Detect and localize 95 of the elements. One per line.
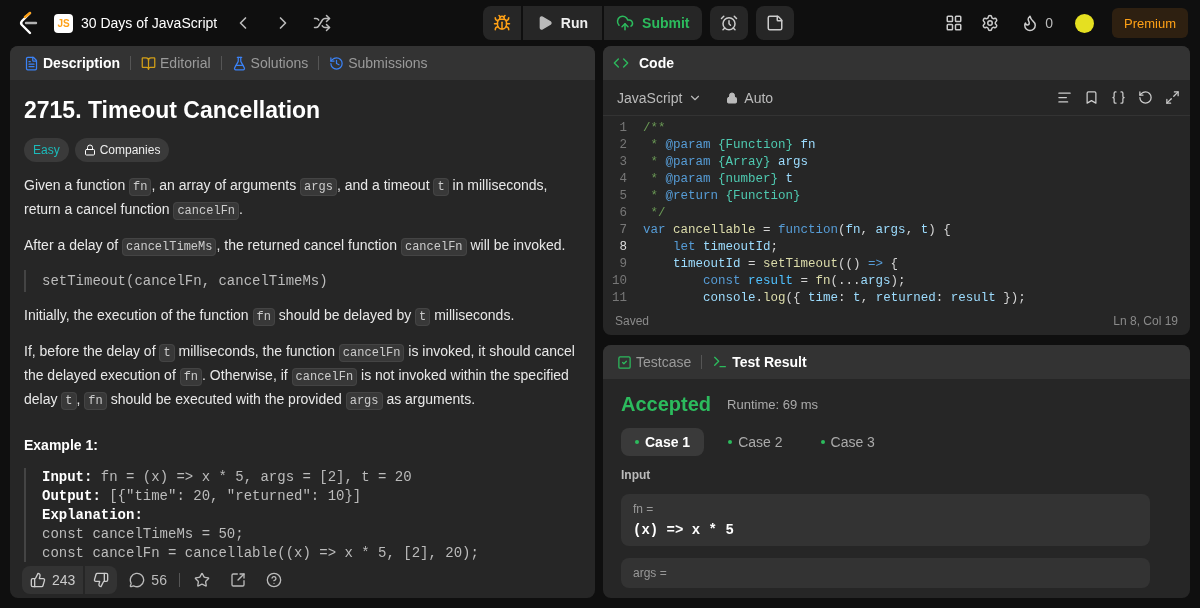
cursor-position: Ln 8, Col 19 <box>1113 314 1178 328</box>
cloud-upload-icon <box>616 14 635 32</box>
layout-icon[interactable] <box>945 14 964 32</box>
companies-tag[interactable]: Companies <box>74 138 170 162</box>
panel-tab[interactable]: Solutions <box>227 53 313 73</box>
run-button[interactable]: Run <box>522 6 603 40</box>
code-line: * @param {number} t <box>649 171 794 188</box>
runtime: Runtime: 69 ms <box>727 397 819 412</box>
code-line: timeoutId = setTimeout(() => { <box>672 256 899 273</box>
line-number: 8 <box>618 239 628 256</box>
thumbs-down-icon <box>93 572 110 588</box>
tab-icon <box>24 55 39 71</box>
braces-icon[interactable] <box>1111 90 1126 105</box>
panel-tab[interactable]: Testcase <box>613 352 696 372</box>
bug-icon <box>492 14 511 32</box>
code-tab[interactable]: Code <box>635 53 678 73</box>
paragraph: Initially, the execution of the function fn should be delayed by t milliseconds. <box>24 306 516 328</box>
example-line: Output: [{"time": 20, "returned": 10}] <box>42 487 363 506</box>
paragraph: Given a function fn , an array of arguments args , and a timeout t in milliseconds, return a cancel function cancelFn . <box>24 176 549 222</box>
comment-icon <box>129 572 146 588</box>
premium-button[interactable]: Premium <box>1112 8 1188 38</box>
example-line: Input: fn = (x) => x * 5, args = [2], t = 20 <box>42 468 413 487</box>
case-tab[interactable]: Case 2 <box>714 428 797 456</box>
line-number: 6 <box>618 205 628 222</box>
line-number: 10 <box>611 273 628 290</box>
paragraph: If, before the delay of t milliseconds, the function cancelFn is invoked, it should cancel the delayed execution of fn . Otherwise, if cancelFn is not invoked within the specified delay t , fn should be executed with the provided args as arguments. <box>24 342 576 412</box>
help-icon[interactable] <box>265 572 282 588</box>
code-snippet: setTimeout(cancelFn, cancelTimeMs) <box>24 270 581 292</box>
bookmark-icon[interactable] <box>1084 90 1099 105</box>
code-line: * @param {Function} fn <box>649 137 816 154</box>
reset-icon[interactable] <box>1138 90 1153 105</box>
panel-tab[interactable]: Editorial <box>137 53 215 73</box>
difficulty-tag[interactable]: Easy <box>24 138 69 162</box>
code-line: var cancellable = function(fn, args, t) { <box>643 222 951 239</box>
example-heading: Example 1: <box>24 436 99 455</box>
code-line: let timeoutId; <box>672 239 779 256</box>
line-number: 1 <box>618 120 628 137</box>
paragraph: After a delay of cancelTimeMs , the returned cancel function cancelFn will be invoked. <box>24 236 567 258</box>
panel-tab[interactable]: Test Result <box>708 352 811 372</box>
dislike-button[interactable] <box>85 566 118 594</box>
note-icon <box>765 14 784 32</box>
param-value: (x) => x * 5 <box>633 522 735 538</box>
tab-icon <box>231 55 247 71</box>
code-line: const result = fn(...args); <box>702 273 906 290</box>
line-number: 4 <box>618 171 628 188</box>
case-tab[interactable]: Case 1 <box>621 428 705 456</box>
like-button[interactable]: 243 <box>22 566 84 594</box>
code-line: * @param {Array} args <box>649 154 809 171</box>
submit-button[interactable]: Submit <box>604 6 702 40</box>
param-name: args = <box>633 566 668 580</box>
tab-icon <box>329 55 345 71</box>
comments-button[interactable]: 56 <box>125 568 171 592</box>
study-plan-title[interactable]: 30 Days of JavaScript <box>81 15 218 31</box>
input-label: Input <box>621 468 652 482</box>
terminal-icon <box>712 354 729 370</box>
line-number: 2 <box>618 137 628 154</box>
debug-button[interactable] <box>482 6 521 40</box>
shuffle-icon[interactable] <box>313 14 332 32</box>
language-select[interactable]: JavaScript <box>613 85 707 110</box>
param-name: fn = <box>633 502 655 516</box>
thumbs-up-icon <box>30 572 46 588</box>
panel-tab[interactable]: Description <box>20 53 124 73</box>
format-icon[interactable] <box>1057 90 1072 105</box>
avatar[interactable] <box>1075 13 1094 33</box>
expand-icon[interactable] <box>1165 90 1180 105</box>
save-status: Saved <box>615 314 650 328</box>
checkbox-icon <box>617 354 632 370</box>
code-line: * @return {Function} <box>649 188 801 205</box>
notes-button[interactable] <box>755 6 794 40</box>
panel-tab[interactable]: Submissions <box>325 53 432 73</box>
code-icon <box>613 55 629 71</box>
case-tab[interactable]: Case 3 <box>806 428 889 456</box>
verdict: Accepted <box>621 393 712 416</box>
streak-counter[interactable]: 0 <box>1017 10 1057 36</box>
problem-title: 2715. Timeout Cancellation <box>24 96 322 125</box>
example-line: const cancelFn = cancellable((x) => x * 5, [2], 20); <box>42 544 480 562</box>
line-number: 3 <box>618 154 628 171</box>
example-line: const cancelTimeMs = 50; <box>42 525 245 544</box>
line-number: 7 <box>618 222 628 239</box>
settings-icon[interactable] <box>981 14 1000 32</box>
share-icon[interactable] <box>229 572 246 588</box>
code-line: console.log({ time: t, returned: result }); <box>702 290 1026 307</box>
study-plan-badge: JS <box>54 13 73 33</box>
example-line: Explanation: <box>42 506 144 525</box>
timer-button[interactable] <box>709 6 748 40</box>
line-number: 11 <box>611 290 628 307</box>
line-number: 5 <box>618 188 628 205</box>
auto-mode[interactable]: Auto <box>722 85 778 110</box>
code-line: */ <box>649 205 666 222</box>
star-icon[interactable] <box>193 572 210 588</box>
line-number: 9 <box>618 256 628 273</box>
logo[interactable] <box>18 11 38 35</box>
tab-icon <box>141 55 156 71</box>
alarm-clock-icon <box>719 14 738 32</box>
code-line: /** <box>643 120 666 137</box>
